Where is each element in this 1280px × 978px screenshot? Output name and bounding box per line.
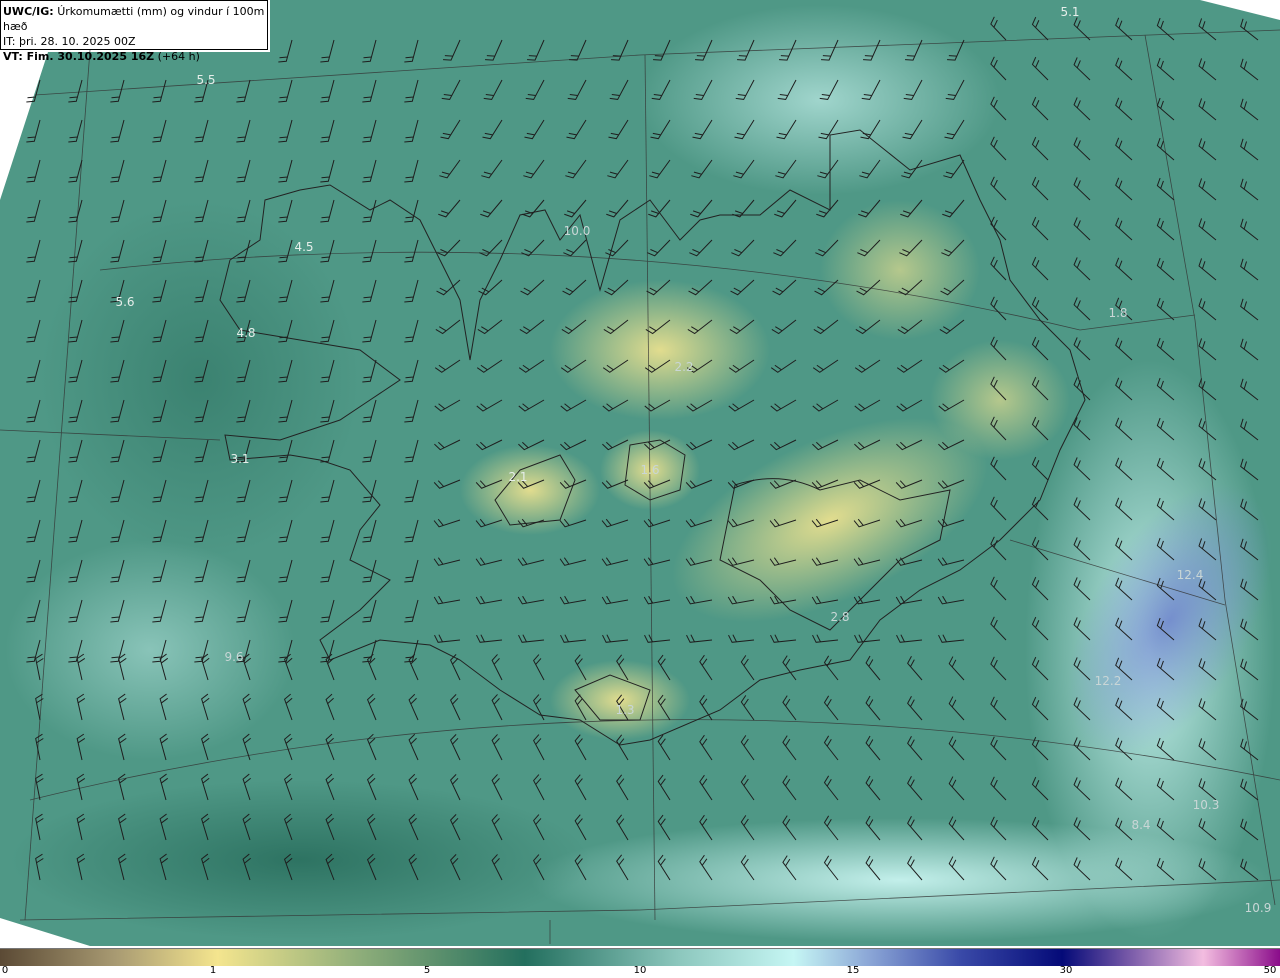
value-label: 12.4 bbox=[1176, 568, 1204, 582]
value-label: 5.5 bbox=[196, 73, 216, 87]
value-label: 2.8 bbox=[830, 610, 850, 624]
value-label: 10.9 bbox=[1244, 901, 1272, 915]
value-label: 5.6 bbox=[115, 295, 135, 309]
value-label: 9.6 bbox=[224, 650, 244, 664]
value-label: 2.2 bbox=[674, 360, 694, 374]
value-label: 4.5 bbox=[294, 240, 314, 254]
value-label: 8.4 bbox=[1131, 818, 1151, 832]
colorbar-tick: 30 bbox=[1059, 965, 1073, 976]
colorbar-tick: 1 bbox=[209, 965, 217, 976]
value-label: 10.3 bbox=[1192, 798, 1220, 812]
title-line: UWC/IG: Úrkomumætti (mm) og vindur í 100… bbox=[3, 4, 265, 34]
lead-time: (+64 h) bbox=[157, 50, 200, 63]
colorbar-tick: 5 bbox=[423, 965, 431, 976]
colorbar-tick: 50 bbox=[1263, 965, 1277, 976]
colorbar-tick: 0 bbox=[1, 965, 9, 976]
value-label: 10.0 bbox=[563, 224, 591, 238]
value-label: 3.1 bbox=[230, 452, 250, 466]
valid-time: VT: Fim. 30.10.2025 16Z bbox=[3, 50, 155, 63]
colorbar-tick: 10 bbox=[633, 965, 647, 976]
value-label: 1.3 bbox=[615, 703, 635, 717]
valid-line: VT: Fim. 30.10.2025 16Z (+64 h) bbox=[3, 49, 265, 64]
value-label: 4.8 bbox=[236, 326, 256, 340]
map-header: UWC/IG: Úrkomumætti (mm) og vindur í 100… bbox=[0, 0, 268, 63]
value-label: 1.6 bbox=[640, 463, 660, 477]
value-label: 5.1 bbox=[1060, 5, 1080, 19]
value-label: 12.2 bbox=[1094, 674, 1122, 688]
init-time: IT: þri. 28. 10. 2025 00Z bbox=[3, 35, 136, 48]
model-label: UWC/IG: bbox=[3, 5, 54, 18]
value-label: 2.1 bbox=[508, 470, 528, 484]
value-label: 1.8 bbox=[1108, 306, 1128, 320]
colorbar-tick: 15 bbox=[846, 965, 860, 976]
